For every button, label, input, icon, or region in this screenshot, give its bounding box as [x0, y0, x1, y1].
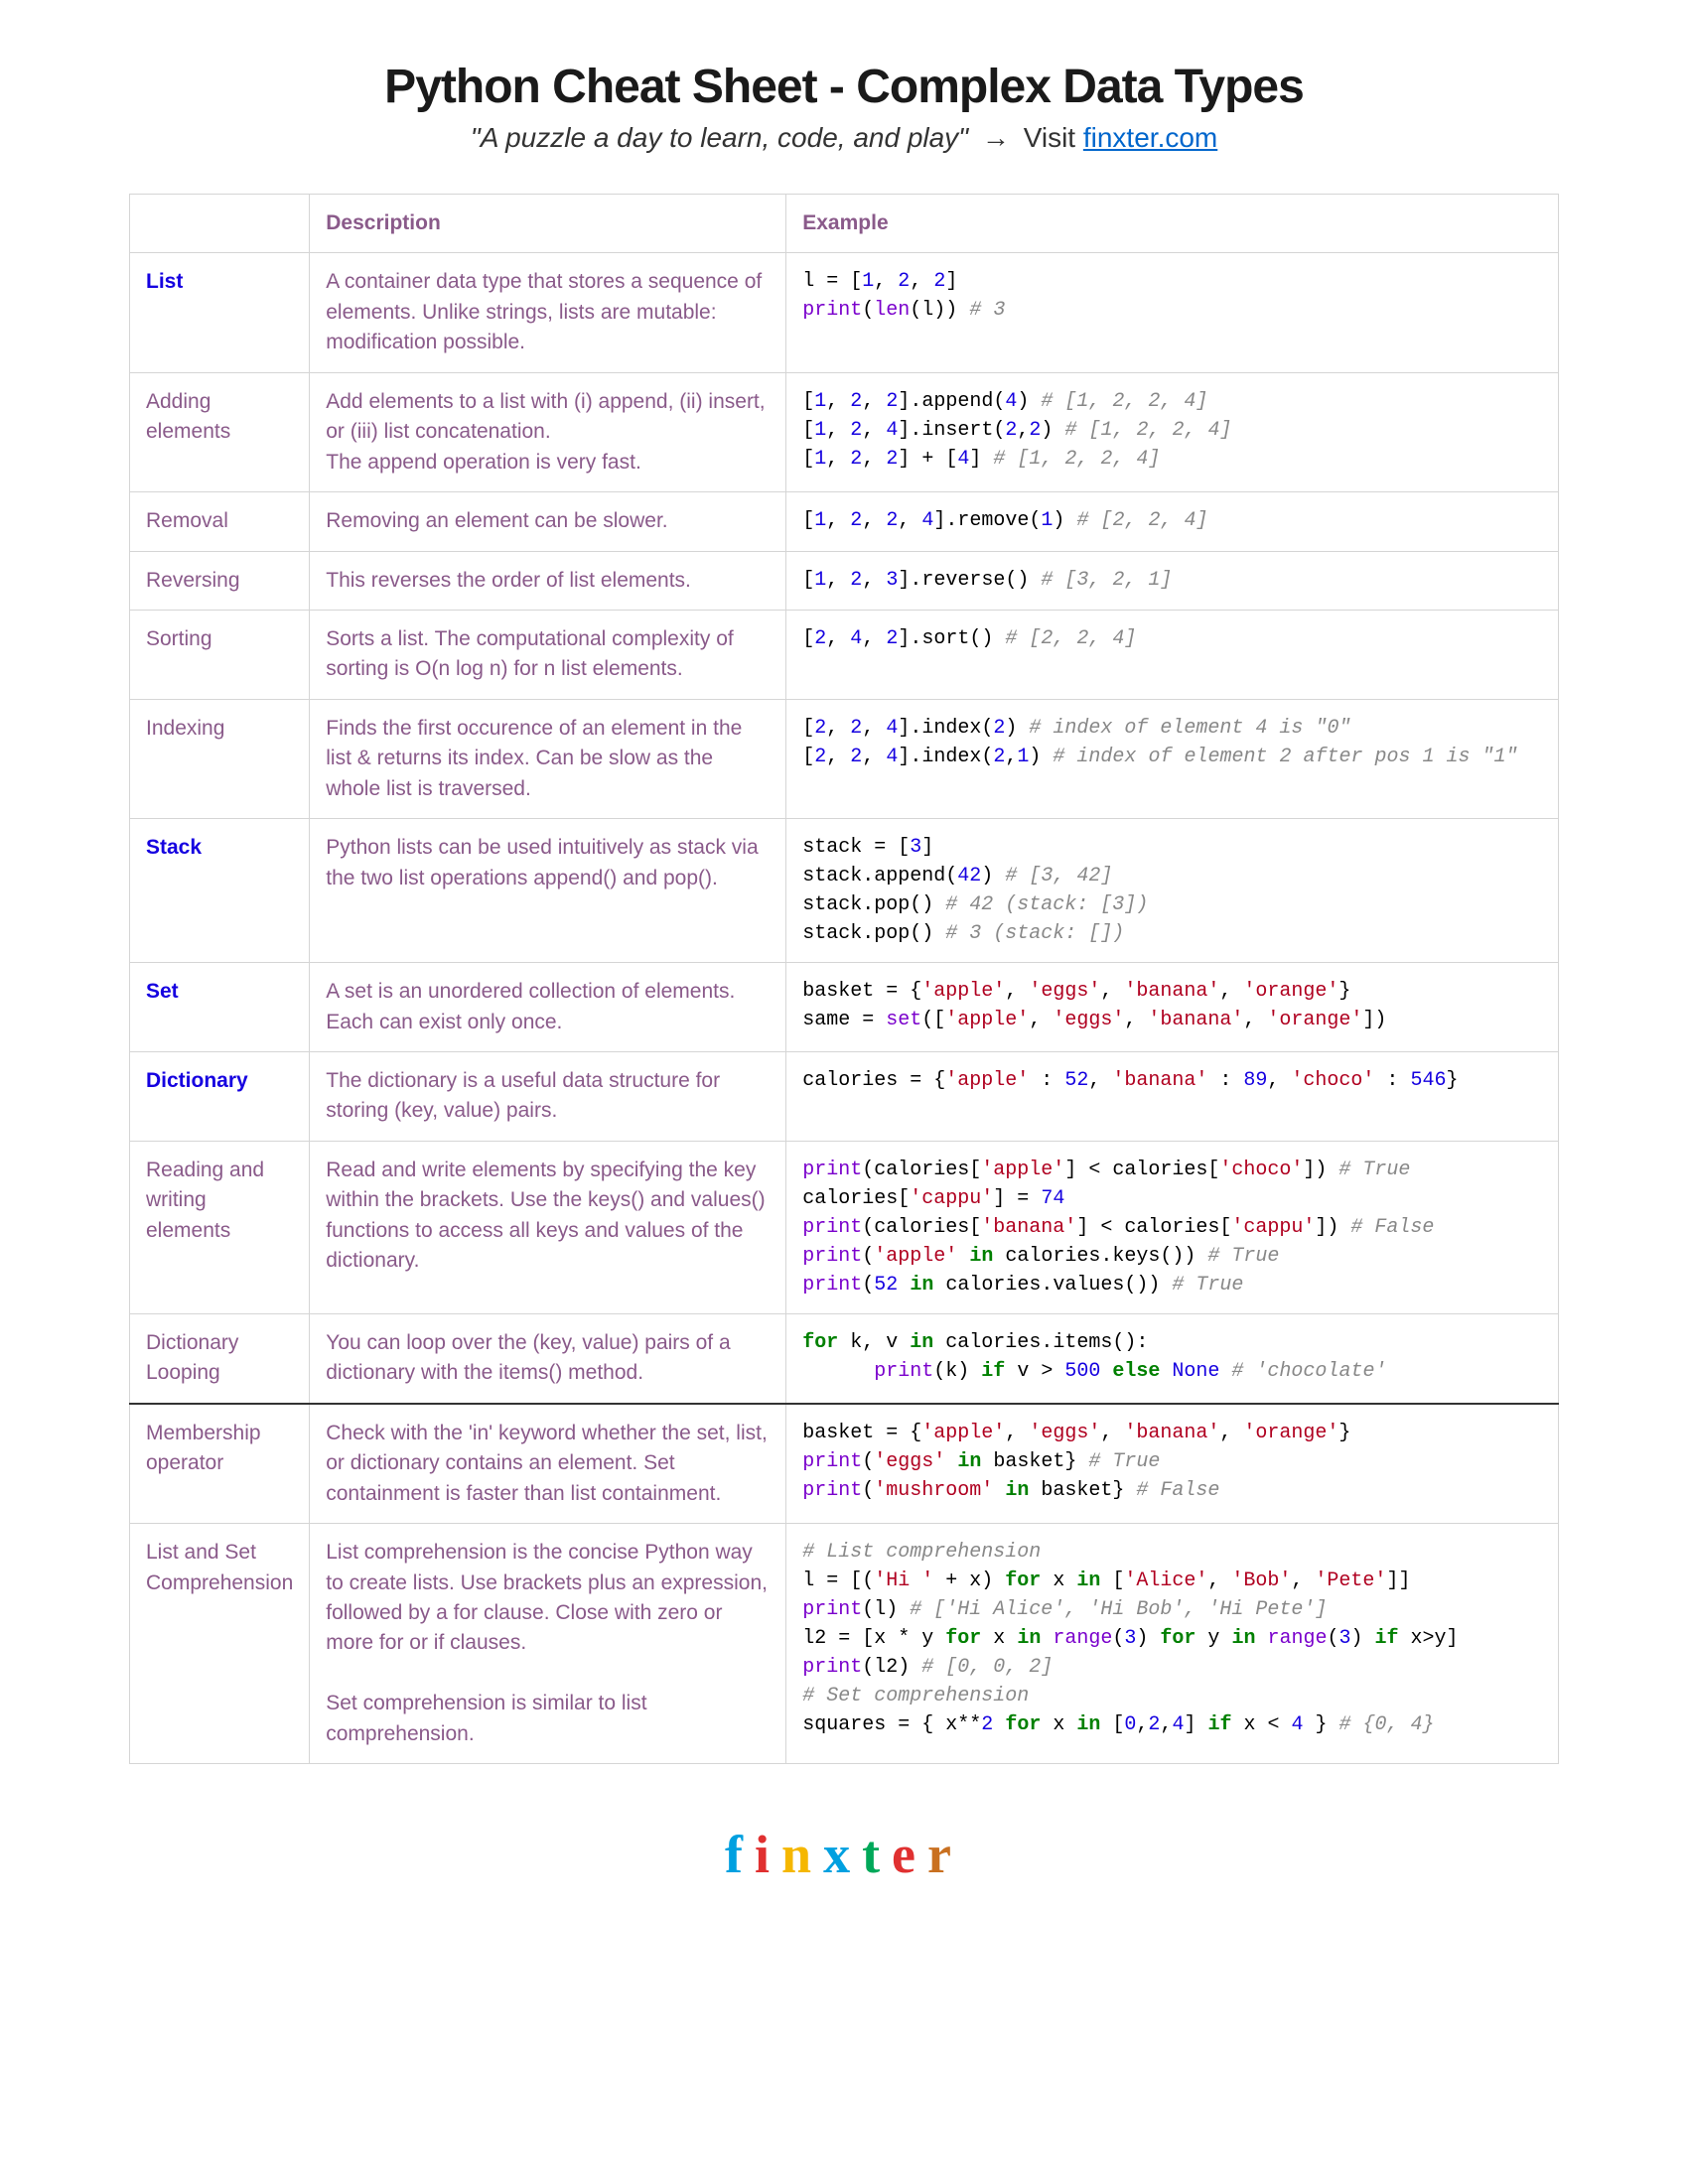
table-row: ReversingThis reverses the order of list…	[130, 551, 1559, 610]
row-name: Reading and writing elements	[130, 1141, 310, 1313]
row-name: List and Set Comprehension	[130, 1524, 310, 1764]
row-example-code: basket = {'apple', 'eggs', 'banana', 'or…	[786, 963, 1559, 1052]
table-row: Reading and writing elementsRead and wri…	[130, 1141, 1559, 1313]
tagline-quote: "A puzzle a day to learn, code, and play…	[471, 122, 968, 153]
table-row: Adding elementsAdd elements to a list wi…	[130, 372, 1559, 491]
logo-letter-f: f	[725, 1825, 755, 1884]
table-row: IndexingFinds the first occurence of an …	[130, 699, 1559, 818]
row-description: Sorts a list. The computational complexi…	[310, 610, 786, 699]
logo-letter-e: e	[892, 1825, 927, 1884]
table-row: SortingSorts a list. The computational c…	[130, 610, 1559, 699]
col-example-header: Example	[786, 195, 1559, 253]
table-row: RemovalRemoving an element can be slower…	[130, 492, 1559, 551]
row-description: Removing an element can be slower.	[310, 492, 786, 551]
row-example-code: [2, 2, 4].index(2) # index of element 4 …	[786, 699, 1559, 818]
footer-logo: finxter	[129, 1824, 1559, 1885]
row-description: Finds the first occurence of an element …	[310, 699, 786, 818]
finxter-link[interactable]: finxter.com	[1083, 122, 1217, 153]
row-description: Check with the 'in' keyword whether the …	[310, 1404, 786, 1524]
row-name: Stack	[130, 819, 310, 963]
page-title: Python Cheat Sheet - Complex Data Types	[129, 60, 1559, 114]
table-row: StackPython lists can be used intuitivel…	[130, 819, 1559, 963]
visit-label: Visit	[1024, 122, 1083, 153]
row-name: Set	[130, 963, 310, 1052]
row-description: A set is an unordered collection of elem…	[310, 963, 786, 1052]
row-example-code: calories = {'apple' : 52, 'banana' : 89,…	[786, 1052, 1559, 1142]
row-name: Reversing	[130, 551, 310, 610]
row-example-code: print(calories['apple'] < calories['choc…	[786, 1141, 1559, 1313]
col-name-header	[130, 195, 310, 253]
table-row: List and Set ComprehensionList comprehen…	[130, 1524, 1559, 1764]
row-name: Dictionary Looping	[130, 1313, 310, 1403]
row-example-code: [1, 2, 2, 4].remove(1) # [2, 2, 4]	[786, 492, 1559, 551]
page-header: Python Cheat Sheet - Complex Data Types …	[129, 60, 1559, 154]
row-description: A container data type that stores a sequ…	[310, 253, 786, 372]
arrow-icon: →	[982, 122, 1010, 153]
row-example-code: l = [1, 2, 2] print(len(l)) # 3	[786, 253, 1559, 372]
cheat-sheet-table: Description Example ListA container data…	[129, 194, 1559, 1764]
row-name: Removal	[130, 492, 310, 551]
table-row: DictionaryThe dictionary is a useful dat…	[130, 1052, 1559, 1142]
table-row: Membership operatorCheck with the 'in' k…	[130, 1404, 1559, 1524]
row-example-code: [2, 4, 2].sort() # [2, 2, 4]	[786, 610, 1559, 699]
row-example-code: [1, 2, 2].append(4) # [1, 2, 2, 4] [1, 2…	[786, 372, 1559, 491]
table-row: ListA container data type that stores a …	[130, 253, 1559, 372]
logo-letter-x: x	[823, 1825, 862, 1884]
row-name: List	[130, 253, 310, 372]
row-description: Python lists can be used intuitively as …	[310, 819, 786, 963]
row-name: Membership operator	[130, 1404, 310, 1524]
row-example-code: stack = [3] stack.append(42) # [3, 42] s…	[786, 819, 1559, 963]
row-description: This reverses the order of list elements…	[310, 551, 786, 610]
logo-letter-r: r	[927, 1825, 963, 1884]
row-name: Adding elements	[130, 372, 310, 491]
row-example-code: # List comprehension l = [('Hi ' + x) fo…	[786, 1524, 1559, 1764]
row-name: Sorting	[130, 610, 310, 699]
row-description: You can loop over the (key, value) pairs…	[310, 1313, 786, 1403]
table-row: SetA set is an unordered collection of e…	[130, 963, 1559, 1052]
row-description: List comprehension is the concise Python…	[310, 1524, 786, 1764]
logo-letter-n: n	[781, 1825, 823, 1884]
page-subtitle: "A puzzle a day to learn, code, and play…	[129, 122, 1559, 154]
row-name: Indexing	[130, 699, 310, 818]
col-description-header: Description	[310, 195, 786, 253]
row-description: Read and write elements by specifying th…	[310, 1141, 786, 1313]
table-row: Dictionary LoopingYou can loop over the …	[130, 1313, 1559, 1403]
row-example-code: for k, v in calories.items(): print(k) i…	[786, 1313, 1559, 1403]
row-name: Dictionary	[130, 1052, 310, 1142]
row-example-code: [1, 2, 3].reverse() # [3, 2, 1]	[786, 551, 1559, 610]
row-description: Add elements to a list with (i) append, …	[310, 372, 786, 491]
row-description: The dictionary is a useful data structur…	[310, 1052, 786, 1142]
logo-letter-t: t	[862, 1825, 892, 1884]
row-example-code: basket = {'apple', 'eggs', 'banana', 'or…	[786, 1404, 1559, 1524]
logo-letter-i: i	[755, 1825, 781, 1884]
